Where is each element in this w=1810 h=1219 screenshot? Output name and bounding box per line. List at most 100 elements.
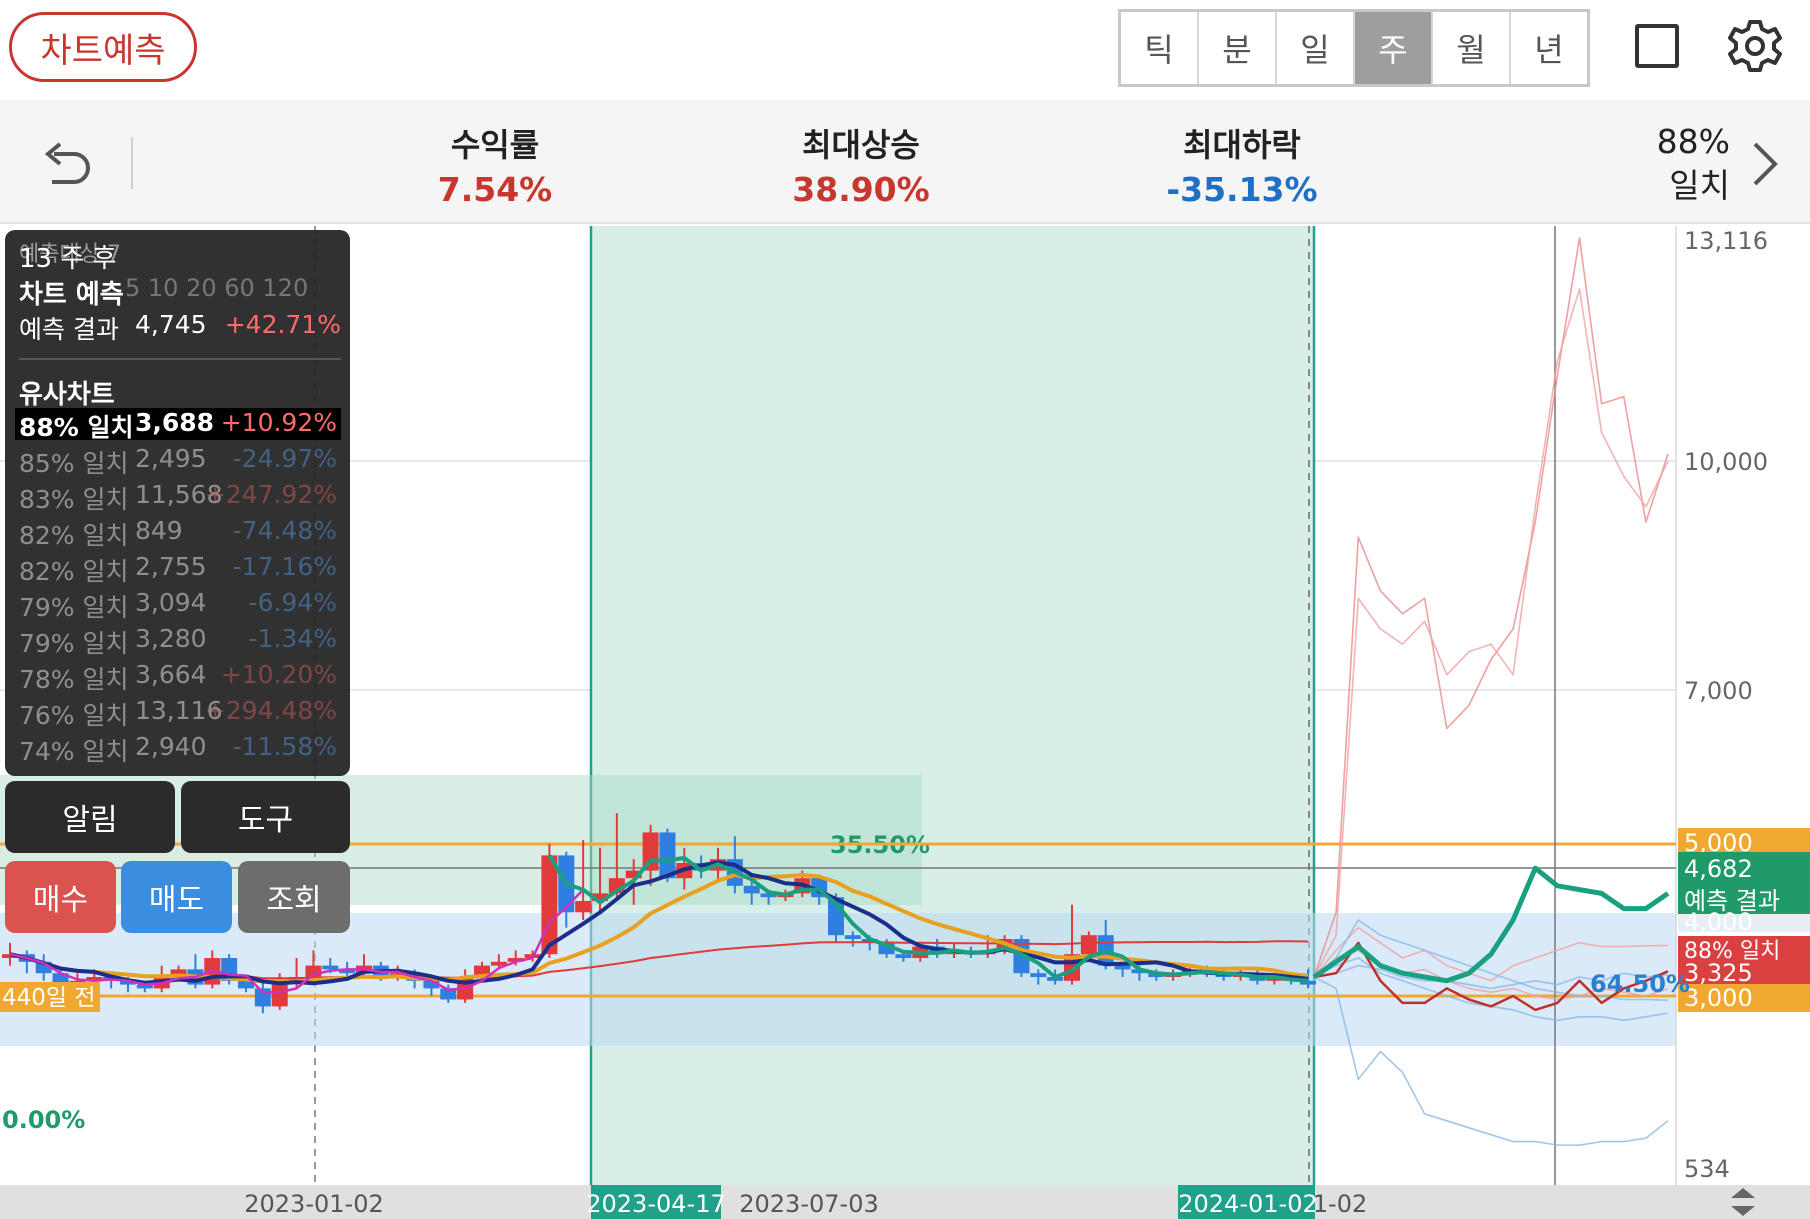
candle-body — [1114, 965, 1131, 970]
period-day-tab[interactable]: 일 — [1277, 12, 1355, 84]
similar-match: 82% 일치 — [19, 557, 129, 586]
match-summary[interactable]: 88% 일치 — [1610, 120, 1730, 208]
similar-match: 79% 일치 — [19, 629, 129, 658]
tool-button[interactable]: 도구 — [181, 781, 350, 853]
chevron-right-icon[interactable] — [1745, 136, 1785, 192]
similar-percent: -17.16% — [232, 552, 337, 581]
sell-button[interactable]: 매도 — [121, 861, 232, 933]
period-year-tab[interactable]: 년 — [1511, 12, 1587, 84]
buy-button[interactable]: 매수 — [5, 861, 116, 933]
match-label: 일치 — [1669, 166, 1730, 205]
candle-body — [1030, 973, 1047, 977]
forecast-percent: 64.50% — [1590, 970, 1690, 998]
gear-icon[interactable] — [1727, 18, 1783, 74]
period-month-tab[interactable]: 월 — [1433, 12, 1511, 84]
x-tick-start: 2023-04-17 — [586, 1190, 725, 1218]
similar-match: 79% 일치 — [19, 593, 129, 622]
zero-percent-label: 0.00% — [2, 1106, 85, 1134]
price-tag-3000: 3,000 — [1684, 984, 1753, 1012]
candle-body — [659, 832, 676, 879]
similar-value: 3,094 — [135, 588, 207, 617]
y-tick-label: 7,000 — [1684, 677, 1753, 705]
y-tick-label: 10,000 — [1684, 448, 1768, 476]
match-tag-value: 3,325 — [1684, 959, 1753, 987]
stats-divider — [131, 137, 133, 189]
stat-max-rise-value: 38.90% — [792, 170, 930, 209]
similar-percent: +10.20% — [220, 660, 337, 689]
similar-percent: +247.92% — [204, 480, 337, 509]
similar-chart-row[interactable]: 82% 일치 2,755 -17.16% — [15, 552, 341, 586]
similar-value: 3,688 — [135, 408, 215, 437]
stat-max-drop-label: 최대하락 — [1183, 126, 1301, 164]
similar-match: 74% 일치 — [19, 737, 129, 766]
candle-body — [1080, 935, 1097, 955]
similar-percent: -1.34% — [248, 624, 337, 653]
similar-chart-row[interactable]: 83% 일치 11,568 +247.92% — [15, 480, 341, 514]
ma-legend: 5 10 20 60 120 — [125, 274, 309, 302]
similar-title: 유사차트 — [19, 380, 115, 410]
similar-percent: -11.58% — [232, 732, 337, 761]
period-minute-tab[interactable]: 분 — [1199, 12, 1277, 84]
similar-match: 82% 일치 — [19, 521, 129, 550]
y-tick-label: 534 — [1684, 1155, 1730, 1183]
x-tick-end: 2024-01-02 — [1178, 1190, 1317, 1218]
similar-chart-row[interactable]: 76% 일치 13,116 +294.48% — [15, 696, 341, 730]
similar-value: 2,495 — [135, 444, 207, 473]
panel-divider — [19, 358, 341, 360]
candle-body — [575, 901, 592, 913]
similar-value: 2,940 — [135, 732, 207, 761]
candle-body — [895, 954, 912, 958]
candle-body — [322, 965, 339, 970]
alert-button[interactable]: 알림 — [5, 781, 175, 853]
similar-value: 2,755 — [135, 552, 207, 581]
prediction-result-label: 예측 결과 — [19, 315, 119, 344]
chart-predict-button[interactable]: 차트예측 — [9, 12, 197, 82]
stat-return-value: 7.54% — [437, 170, 553, 209]
similar-percent: -24.97% — [232, 444, 337, 473]
days-before-tag: 440일 전 — [2, 985, 96, 1011]
similar-value: 3,280 — [135, 624, 207, 653]
square-icon[interactable] — [1635, 24, 1679, 68]
candle-body — [743, 885, 760, 894]
similar-chart-row[interactable]: 82% 일치 849 -74.48% — [15, 516, 341, 550]
prediction-result-percent: +42.71% — [224, 310, 341, 339]
prediction-title: 차트 예측 — [19, 280, 124, 310]
similar-value: 849 — [135, 516, 183, 545]
similar-match: 78% 일치 — [19, 665, 129, 694]
similar-percent: -74.48% — [232, 516, 337, 545]
similar-chart-row[interactable]: 79% 일치 3,280 -1.34% — [15, 624, 341, 658]
undo-icon[interactable] — [38, 136, 94, 192]
similar-match: 76% 일치 — [19, 701, 129, 730]
similar-value: 3,664 — [135, 660, 207, 689]
similar-match: 88% 일치 — [19, 413, 134, 442]
stat-max-drop-value: -35.13% — [1166, 170, 1318, 209]
stat-max-rise: 최대상승 38.90% — [751, 120, 971, 209]
x-tick-label: 1-02 — [1313, 1190, 1367, 1218]
similar-chart-row[interactable]: 79% 일치 3,094 -6.94% — [15, 588, 341, 622]
similar-chart-row[interactable]: 88% 일치 3,688 +10.92% — [15, 408, 341, 442]
y-tick-label: 4,000 — [1684, 908, 1753, 936]
similar-percent: +10.92% — [220, 408, 337, 437]
prediction-result-value: 4,745 — [135, 310, 207, 339]
candle-body — [844, 935, 861, 939]
similar-percent: -6.94% — [248, 588, 337, 617]
similar-match: 83% 일치 — [19, 485, 129, 514]
period-week-tab[interactable]: 주 — [1355, 12, 1433, 84]
stat-return: 수익률 7.54% — [385, 120, 605, 209]
similar-chart-row[interactable]: 78% 일치 3,664 +10.20% — [15, 660, 341, 694]
prediction-tag-value: 4,682 — [1684, 855, 1753, 883]
prediction-result-row[interactable]: 예측 결과 4,745 +42.71% — [19, 310, 341, 344]
period-tick-tab[interactable]: 틱 — [1121, 12, 1199, 84]
similar-chart-row[interactable]: 74% 일치 2,940 -11.58% — [15, 732, 341, 766]
period-selector: 틱 분 일 주 월 년 — [1118, 9, 1590, 87]
match-percent: 88% — [1656, 122, 1730, 161]
weeks-after-label: 13 주 후 — [19, 244, 117, 274]
stat-max-drop: 최대하락 -35.13% — [1132, 120, 1352, 209]
prediction-panel: 예측대상 7 13 주 후 5 10 20 60 120 차트 예측 예측 결과… — [5, 230, 350, 776]
similar-chart-row[interactable]: 85% 일치 2,495 -24.97% — [15, 444, 341, 478]
similar-match: 85% 일치 — [19, 449, 129, 478]
x-tick-label: 2023-07-03 — [739, 1190, 878, 1218]
x-tick-label: 2023-01-02 — [244, 1190, 383, 1218]
inquiry-button[interactable]: 조회 — [238, 861, 350, 933]
stat-return-label: 수익률 — [450, 126, 540, 164]
